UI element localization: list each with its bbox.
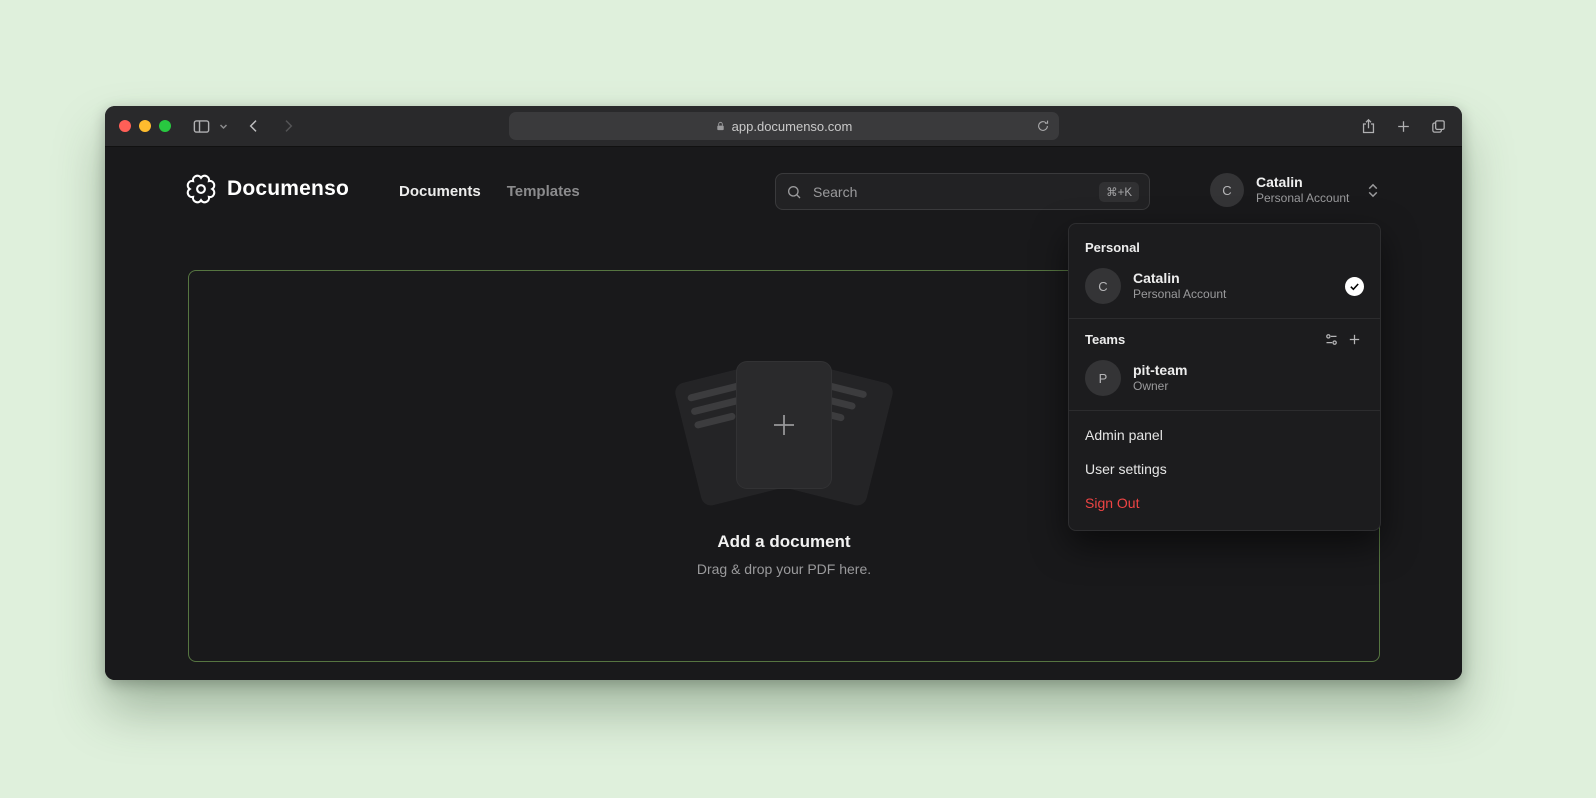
main-nav: Documents Templates (399, 183, 580, 200)
account-name: Catalin (1256, 174, 1349, 191)
menu-item-admin-panel[interactable]: Admin panel (1069, 418, 1380, 452)
search-bar[interactable]: ⌘+K (775, 173, 1150, 210)
team-name: pit-team (1133, 362, 1187, 379)
account-subtitle: Personal Account (1256, 191, 1349, 206)
search-shortcut-badge: ⌘+K (1099, 182, 1139, 202)
menu-section-teams-label: Teams (1069, 326, 1320, 353)
personal-name: Catalin (1133, 270, 1226, 287)
back-button[interactable] (243, 115, 265, 137)
forward-button[interactable] (277, 115, 299, 137)
zoom-button[interactable] (159, 120, 171, 132)
team-avatar: P (1085, 360, 1121, 396)
browser-window: app.documenso.com (105, 106, 1462, 680)
account-avatar: C (1210, 173, 1244, 207)
chevron-up-down-icon (1367, 182, 1379, 199)
search-icon (786, 184, 802, 200)
account-dropdown-menu: Personal C Catalin Personal Account Team… (1068, 223, 1381, 531)
dropzone-subtitle: Drag & drop your PDF here. (697, 561, 871, 577)
reload-button[interactable] (1033, 116, 1053, 136)
team-role: Owner (1133, 379, 1187, 394)
page-content: Documenso Documents Templates ⌘+K C Cata… (105, 147, 1462, 680)
brand-logo[interactable]: Documenso (186, 174, 349, 204)
menu-item-personal-account[interactable]: C Catalin Personal Account (1069, 261, 1380, 311)
personal-subtitle: Personal Account (1133, 287, 1226, 302)
new-tab-icon[interactable] (1392, 115, 1415, 138)
close-button[interactable] (119, 120, 131, 132)
address-bar[interactable]: app.documenso.com (509, 112, 1059, 140)
sidebar-toggle-button[interactable] (189, 114, 214, 139)
personal-avatar: C (1085, 268, 1121, 304)
window-controls (119, 120, 171, 132)
menu-section-personal-label: Personal (1069, 234, 1380, 261)
url-text: app.documenso.com (732, 119, 853, 134)
menu-section-teams-header: Teams (1069, 326, 1380, 353)
sidebar-chevron-down-icon[interactable] (216, 119, 231, 134)
account-menu-button[interactable]: C Catalin Personal Account (1210, 173, 1379, 207)
menu-item-user-settings[interactable]: User settings (1069, 452, 1380, 486)
dropzone-title: Add a document (717, 532, 850, 552)
menu-divider (1069, 318, 1380, 319)
nav-templates[interactable]: Templates (507, 183, 580, 200)
menu-divider (1069, 410, 1380, 411)
document-card-center (737, 362, 831, 488)
minimize-button[interactable] (139, 120, 151, 132)
create-team-icon[interactable] (1343, 328, 1366, 351)
browser-titlebar: app.documenso.com (105, 106, 1462, 147)
share-icon[interactable] (1357, 115, 1380, 138)
manage-teams-icon[interactable] (1320, 328, 1343, 351)
search-input[interactable] (811, 183, 1090, 201)
add-plus-icon (769, 410, 799, 440)
documents-stack-illustration (679, 356, 889, 506)
documenso-logo-icon (186, 174, 216, 204)
selected-check-icon (1345, 277, 1364, 296)
titlebar-right-actions (1357, 106, 1450, 147)
menu-item-sign-out[interactable]: Sign Out (1069, 486, 1380, 520)
lock-icon (715, 121, 726, 132)
brand-name: Documenso (227, 177, 349, 201)
menu-item-team-pit-team[interactable]: P pit-team Owner (1069, 353, 1380, 403)
tab-overview-icon[interactable] (1427, 115, 1450, 138)
nav-documents[interactable]: Documents (399, 183, 481, 200)
